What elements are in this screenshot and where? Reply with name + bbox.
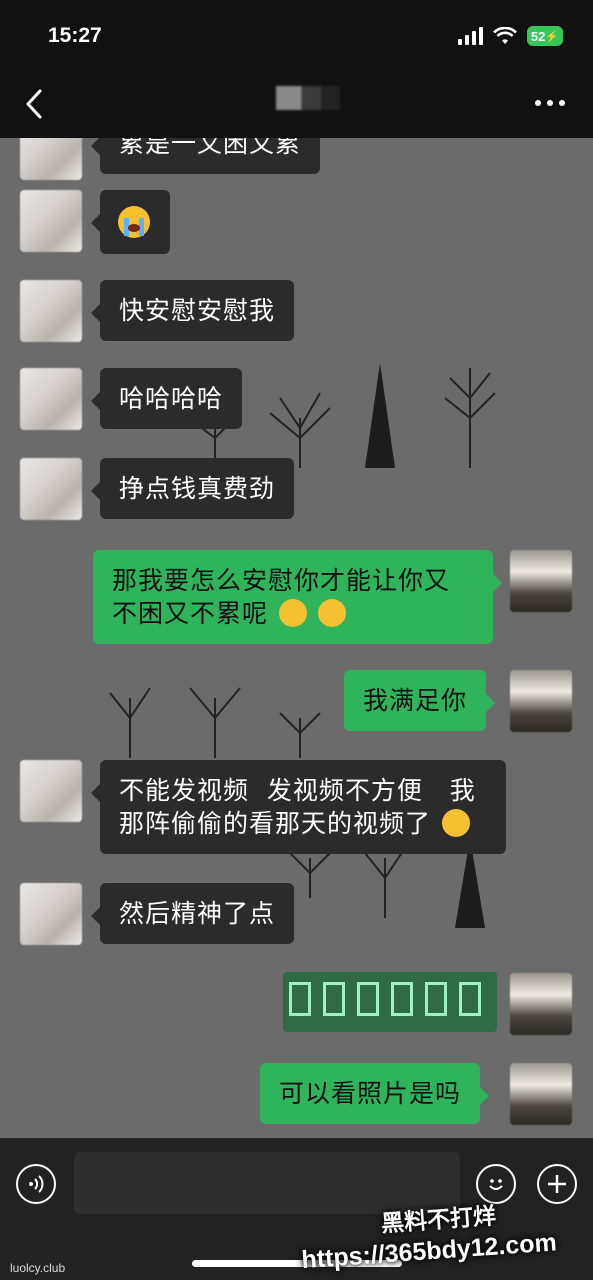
message-bubble[interactable]: 哈哈哈哈 <box>90 368 243 429</box>
message-text: 累是一又困又累 <box>119 138 302 158</box>
emoji-icon <box>489 1179 503 1190</box>
signal-icon <box>458 27 483 45</box>
avatar[interactable] <box>510 550 572 612</box>
input-bar: luolcy.club 黑料不打烊 https://365bdy12.com <box>0 1138 593 1280</box>
battery-level: 52 <box>530 28 546 44</box>
avatar[interactable] <box>20 190 82 252</box>
avatar[interactable] <box>20 458 82 520</box>
message-text: 可以看照片是吗 <box>279 1079 462 1108</box>
wifi-icon <box>493 27 517 44</box>
grinning-face-icon <box>441 809 470 837</box>
message-text: 快安慰安慰我 <box>119 296 276 325</box>
back-button[interactable] <box>22 88 46 120</box>
watermark-left: luolcy.club <box>10 1261 66 1275</box>
message-bubble[interactable]: 那我要怎么安慰你才能让你又 不困又不累呢 <box>93 550 502 644</box>
message-bubble[interactable]: 快安慰安慰我 <box>90 280 295 341</box>
avatar[interactable] <box>510 973 572 1035</box>
chat-area[interactable]: 累是一又困又累 快安慰安慰我 哈哈哈哈 挣点钱真费劲 那我要怎么安慰你才能让你又… <box>0 138 593 1138</box>
message-bubble[interactable]: 不能发视频 发视频不方便 我 那阵偷偷的看那天的视频了 <box>91 760 506 854</box>
message-bubble[interactable]: 挣点钱真费劲 <box>90 458 295 519</box>
message-text-line: 不困又不累呢 <box>112 599 269 628</box>
avatar[interactable] <box>20 760 82 822</box>
avatar[interactable] <box>510 1063 572 1125</box>
avatar[interactable] <box>20 138 82 180</box>
message-bubble[interactable]: 我满足你 <box>344 670 496 731</box>
status-time: 15:27 <box>48 24 102 47</box>
message-bubble[interactable]: 可以看照片是吗 <box>260 1063 490 1124</box>
message-text: 我满足你 <box>363 686 468 715</box>
message-text-line: 那阵偷偷的看那天的视频了 <box>119 809 432 838</box>
avatar[interactable] <box>20 280 82 342</box>
status-icons: 52 ⚡ <box>458 26 563 46</box>
message-text-line: 不能发视频 发视频不方便 我 <box>119 776 476 805</box>
message-bubble[interactable]: 然后精神了点 <box>90 883 295 944</box>
face-with-hand-over-mouth-icon <box>278 599 307 627</box>
avatar[interactable] <box>20 368 82 430</box>
sticker-image[interactable] <box>283 972 497 1032</box>
voice-button[interactable] <box>16 1164 56 1204</box>
face-with-hand-over-mouth-icon <box>317 599 346 627</box>
avatar[interactable] <box>20 883 82 945</box>
battery-indicator: 52 ⚡ <box>527 26 563 46</box>
message-bubble[interactable]: 累是一又困又累 <box>90 138 321 174</box>
avatar[interactable] <box>510 670 572 732</box>
more-button[interactable] <box>535 100 565 106</box>
more-dots-icon <box>535 100 541 106</box>
message-text: 然后精神了点 <box>119 899 276 928</box>
message-text: 挣点钱真费劲 <box>119 474 276 503</box>
chat-title-blurred <box>276 86 340 110</box>
message-text-line: 那我要怎么安慰你才能让你又 <box>112 566 451 595</box>
message-bubble[interactable] <box>91 190 170 254</box>
voice-icon <box>29 1175 44 1193</box>
top-bar: 15:27 52 ⚡ <box>0 0 593 138</box>
message-text: 哈哈哈哈 <box>119 384 224 413</box>
loudly-crying-face-icon <box>118 206 150 238</box>
